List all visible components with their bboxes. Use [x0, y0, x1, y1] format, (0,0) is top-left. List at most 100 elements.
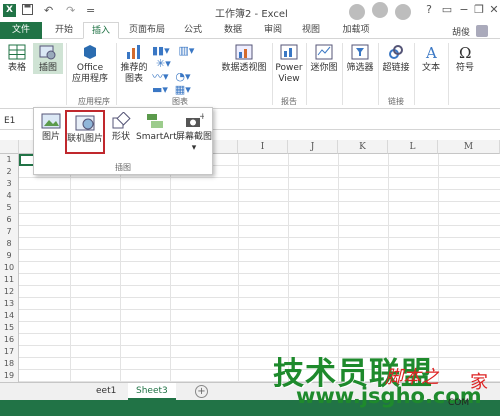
column-header[interactable]: J	[288, 140, 338, 154]
bar-chart-icon[interactable]: ▬▾	[152, 83, 168, 96]
row-header[interactable]: 16	[0, 334, 19, 346]
text-box-icon: A	[425, 44, 437, 61]
grid-line	[70, 154, 71, 383]
symbols-button[interactable]: Ω 符号	[450, 43, 480, 74]
tab-review[interactable]: 审阅	[255, 22, 291, 39]
tab-add-ins[interactable]: 加载项	[335, 22, 377, 39]
shapes-label: 形状	[111, 132, 130, 142]
links-group-label: 链接	[388, 97, 404, 106]
hierarchy-chart-icon[interactable]: ▥▾	[179, 44, 195, 57]
select-all-corner[interactable]	[0, 140, 19, 154]
ribbon-separator	[342, 43, 343, 105]
row-header[interactable]: 15	[0, 322, 19, 334]
online-pictures-button[interactable]: 联机图片	[65, 110, 105, 154]
column-header[interactable]: L	[388, 140, 438, 154]
screenshot-label: 屏幕截图	[176, 132, 213, 142]
tab-page-layout[interactable]: 页面布局	[123, 22, 171, 39]
grid-line	[19, 213, 500, 214]
illustrations-button[interactable]: 插图	[33, 43, 63, 74]
line-chart-icon[interactable]: 〰▾	[152, 70, 169, 83]
tab-formulas[interactable]: 公式	[175, 22, 211, 39]
row-header[interactable]: 14	[0, 310, 19, 322]
row-header[interactable]: 2	[0, 166, 19, 178]
sheet-tab-active[interactable]: Sheet3	[128, 383, 176, 400]
pie-chart-icon[interactable]: ◔▾	[175, 70, 190, 83]
grid-line	[19, 273, 500, 274]
column-header[interactable]: I	[238, 140, 288, 154]
customize-qa-icon[interactable]: =	[86, 4, 95, 17]
column-chart-icon[interactable]: ▮▮▾	[152, 44, 170, 57]
pivot-chart-button[interactable]: 数据透视图	[220, 43, 268, 74]
title-bar: X ↶ ↷ = 工作簿2 - Excel ? ▭ − ❐ ✕	[0, 0, 500, 22]
row-header[interactable]: 8	[0, 238, 19, 250]
recommended-charts-button[interactable]: 推荐的 图表	[118, 43, 150, 85]
ribbon-separator	[272, 43, 273, 105]
column-header[interactable]: M	[438, 140, 500, 154]
row-header[interactable]: 13	[0, 298, 19, 310]
grid-line	[120, 154, 121, 383]
screenshot-button[interactable]: + 屏幕截图 ▾	[176, 112, 212, 154]
grid-line	[19, 297, 500, 298]
filters-button[interactable]: 筛选器	[344, 43, 376, 74]
tab-file[interactable]: 文件	[0, 22, 42, 39]
tab-insert[interactable]: 插入	[83, 22, 119, 39]
sparklines-button[interactable]: 迷你图	[308, 43, 340, 74]
text-button[interactable]: A 文本	[416, 43, 446, 74]
ribbon-display-options-icon[interactable]: ▭	[440, 3, 454, 16]
avatar[interactable]	[476, 25, 488, 37]
grid-line	[19, 177, 500, 178]
minimize-button[interactable]: −	[457, 3, 471, 16]
row-header[interactable]: 19	[0, 370, 19, 382]
user-name[interactable]: 胡俊	[452, 25, 470, 38]
scatter-chart-icon[interactable]: ✳▾	[156, 57, 171, 70]
row-header[interactable]: 6	[0, 214, 19, 226]
row-header[interactable]: 5	[0, 202, 19, 214]
tab-view[interactable]: 视图	[293, 22, 329, 39]
table-button[interactable]: 表格	[4, 43, 30, 74]
restore-button[interactable]: ❐	[472, 3, 486, 16]
row-header[interactable]: 7	[0, 226, 19, 238]
tab-home[interactable]: 开始	[47, 22, 81, 39]
office-apps-button[interactable]: Office 应用程序	[68, 43, 112, 85]
row-header[interactable]: 11	[0, 274, 19, 286]
screenshot-chevron-down-icon[interactable]: ▾	[192, 143, 197, 153]
illustrations-icon	[39, 45, 56, 60]
row-header[interactable]: 9	[0, 250, 19, 262]
grid-line	[238, 154, 239, 383]
illustrations-dropdown: 图片 联机图片 形状 SmartArt + 屏幕截图 ▾ 插图	[33, 107, 213, 175]
hyperlink-button[interactable]: 超链接	[380, 43, 412, 74]
shapes-icon	[112, 112, 131, 129]
svg-text:Ω: Ω	[459, 44, 471, 61]
sheet-tab[interactable]: eet1	[88, 383, 124, 400]
column-header[interactable]: K	[338, 140, 388, 154]
row-header[interactable]: 17	[0, 346, 19, 358]
help-button[interactable]: ?	[422, 3, 436, 16]
tab-data[interactable]: 数据	[215, 22, 251, 39]
shapes-button[interactable]: 形状	[108, 112, 134, 143]
illustrations-group-label: 插图	[115, 163, 131, 172]
row-header[interactable]: 10	[0, 262, 19, 274]
sparkline-icon	[315, 44, 333, 60]
add-sheet-button[interactable]: +	[195, 385, 208, 398]
save-icon[interactable]	[22, 4, 33, 18]
smartart-button[interactable]: SmartArt	[136, 112, 177, 143]
close-button[interactable]: ✕	[487, 3, 500, 16]
row-header[interactable]: 1	[0, 154, 19, 166]
grid-line	[19, 237, 500, 238]
row-header[interactable]: 4	[0, 190, 19, 202]
combo-chart-icon[interactable]: ▦▾	[175, 83, 191, 96]
smartart-label: SmartArt	[136, 132, 177, 142]
undo-icon[interactable]: ↶	[44, 4, 53, 17]
row-header[interactable]: 18	[0, 358, 19, 370]
pictures-label: 图片	[41, 132, 60, 142]
redo-icon[interactable]: ↷	[66, 4, 75, 17]
pictures-button[interactable]: 图片	[38, 112, 64, 143]
power-view-button[interactable]: Power View	[274, 43, 304, 85]
row-header[interactable]: 12	[0, 286, 19, 298]
chart-type-grid[interactable]: ▮▮▾ ▥▾ ✳▾ 〰▾ ◔▾ ▬▾ ▦▾	[152, 45, 212, 97]
row-header[interactable]: 3	[0, 178, 19, 190]
grid-line	[19, 321, 500, 322]
ribbon-separator	[66, 43, 67, 105]
grid-line	[19, 225, 500, 226]
power-view-icon	[280, 44, 298, 60]
